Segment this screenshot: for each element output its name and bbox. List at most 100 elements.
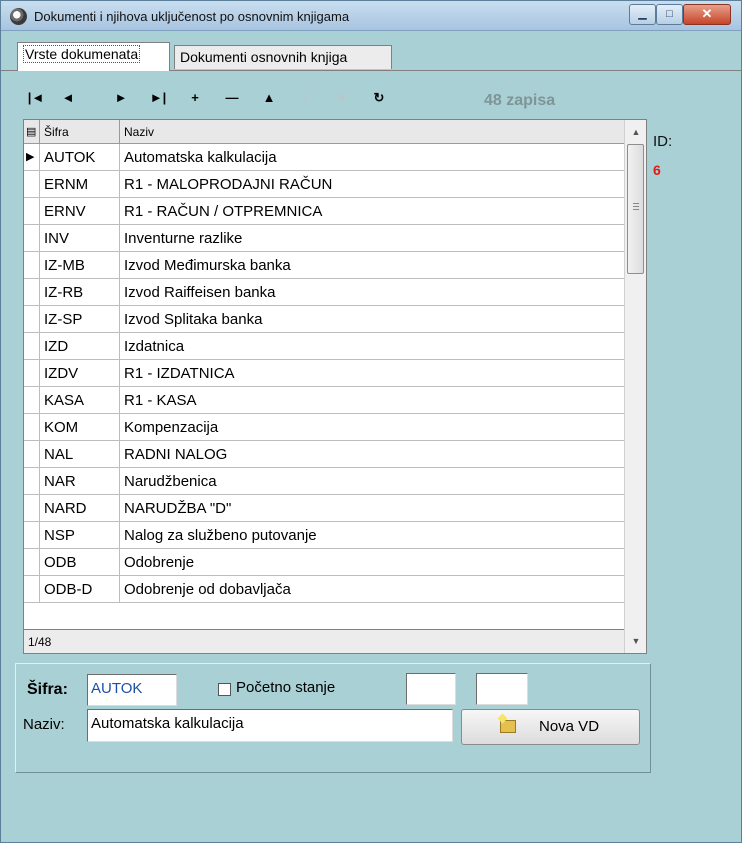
extra-field-1[interactable] [406,673,456,705]
first-record-icon[interactable]: |◄ [23,84,49,112]
cell-naziv[interactable]: R1 - MALOPRODAJNI RAČUN [120,171,624,198]
tab-vrste-dokumenata-label: Vrste dokumenata [23,45,141,63]
tab-vrste-dokumenata[interactable]: Vrste dokumenata [17,42,170,71]
table-row[interactable]: ODB-D Odobrenje od dobavljača [24,576,624,603]
post-edit-icon[interactable]: ✓ [293,84,319,112]
cell-naziv[interactable]: Izdatnica [120,333,624,360]
cell-sifra[interactable]: IZ-RB [40,279,120,306]
table-row[interactable]: IZ-SP Izvod Splitaka banka [24,306,624,333]
cell-sifra[interactable]: IZD [40,333,120,360]
cell-sifra[interactable]: IZ-MB [40,252,120,279]
cell-naziv[interactable]: R1 - KASA [120,387,624,414]
table-row[interactable]: KASA R1 - KASA [24,387,624,414]
prior-record-icon[interactable]: ◄ [55,84,81,112]
table-row[interactable]: IZ-MB Izvod Međimurska banka [24,252,624,279]
cell-naziv[interactable]: Odobrenje [120,549,624,576]
vertical-scrollbar[interactable]: ▲ ▼ [624,120,646,653]
grid-indicator-header[interactable]: ▤ [24,120,40,144]
edit-record-icon[interactable]: ▲ [256,84,282,112]
cell-naziv[interactable]: Izvod Splitaka banka [120,306,624,333]
cell-naziv[interactable]: Izvod Međimurska banka [120,252,624,279]
table-row[interactable]: ODB Odobrenje [24,549,624,576]
table-row[interactable]: INV Inventurne razlike [24,225,624,252]
table-row[interactable]: NAR Narudžbenica [24,468,624,495]
row-indicator [24,522,40,549]
table-row[interactable]: NARD NARUDŽBA "D" [24,495,624,522]
cell-sifra[interactable]: ODB [40,549,120,576]
table-row[interactable]: NSP Nalog za službeno putovanje [24,522,624,549]
cell-sifra[interactable]: INV [40,225,120,252]
row-indicator [24,387,40,414]
id-label: ID: [653,133,673,150]
delete-record-icon[interactable]: — [219,84,245,112]
cell-sifra[interactable]: NAL [40,441,120,468]
tab-dokumenti-osnovnih-knjiga[interactable]: Dokumenti osnovnih knjiga [174,45,392,69]
next-record-icon[interactable]: ► [108,84,134,112]
nova-vd-label: Nova VD [539,718,600,735]
table-row[interactable]: IZDV R1 - IZDATNICA [24,360,624,387]
cell-sifra[interactable]: ODB-D [40,576,120,603]
row-indicator [24,279,40,306]
table-row[interactable]: ERNM R1 - MALOPRODAJNI RAČUN [24,171,624,198]
cell-sifra[interactable]: NAR [40,468,120,495]
row-indicator [24,198,40,225]
pocetno-stanje-label[interactable]: Početno stanje [236,679,335,696]
cell-naziv[interactable]: R1 - RAČUN / OTPREMNICA [120,198,624,225]
row-indicator [24,252,40,279]
cell-naziv[interactable]: Nalog za službeno putovanje [120,522,624,549]
grid-header: ▤ Šifra Naziv [24,120,624,144]
title-bar[interactable]: Dokumenti i njihova uključenost po osnov… [1,1,741,31]
row-indicator [24,549,40,576]
documents-grid[interactable]: ▤ Šifra Naziv ▶ AUTOK Automatska kalkulaci… [23,119,647,654]
cell-sifra[interactable]: KOM [40,414,120,441]
scroll-up-arrow-icon[interactable]: ▲ [625,122,647,142]
cell-naziv[interactable]: Inventurne razlike [120,225,624,252]
last-record-icon[interactable]: ►| [145,84,171,112]
insert-record-icon[interactable]: + [182,84,208,112]
refresh-icon[interactable]: ↻ [366,84,392,112]
row-indicator [24,306,40,333]
maximize-button[interactable]: □ [656,4,683,25]
table-row[interactable]: ERNV R1 - RAČUN / OTPREMNICA [24,198,624,225]
cell-naziv[interactable]: Narudžbenica [120,468,624,495]
sifra-input[interactable]: AUTOK [87,674,177,706]
window-title: Dokumenti i njihova uključenost po osnov… [34,9,350,24]
cell-sifra[interactable]: ERNV [40,198,120,225]
cell-naziv[interactable]: Kompenzacija [120,414,624,441]
nova-vd-button[interactable]: Nova VD [461,709,640,745]
table-row[interactable]: KOM Kompenzacija [24,414,624,441]
cell-naziv[interactable]: Odobrenje od dobavljača [120,576,624,603]
id-value: 6 [653,162,661,178]
scroll-thumb[interactable] [627,144,644,274]
table-row[interactable]: IZ-RB Izvod Raiffeisen banka [24,279,624,306]
column-header-naziv[interactable]: Naziv [120,120,624,144]
column-header-sifra[interactable]: Šifra [40,120,120,144]
table-row[interactable]: NAL RADNI NALOG [24,441,624,468]
cell-sifra[interactable]: NSP [40,522,120,549]
close-button[interactable]: ✕ [683,4,731,25]
cell-naziv[interactable]: Automatska kalkulacija [120,144,624,171]
naziv-label: Naziv: [23,716,65,733]
table-row[interactable]: ▶ AUTOK Automatska kalkulacija [24,144,624,171]
cell-sifra[interactable]: NARD [40,495,120,522]
scroll-down-arrow-icon[interactable]: ▼ [625,631,647,651]
cancel-edit-icon[interactable]: ✕ [329,84,355,112]
cell-sifra[interactable]: AUTOK [40,144,120,171]
cell-sifra[interactable]: IZ-SP [40,306,120,333]
pocetno-stanje-checkbox[interactable] [218,683,231,696]
row-indicator [24,225,40,252]
table-row[interactable]: IZD Izdatnica [24,333,624,360]
cell-naziv[interactable]: NARUDŽBA "D" [120,495,624,522]
row-indicator: ▶ [24,144,40,171]
cell-sifra[interactable]: IZDV [40,360,120,387]
cell-naziv[interactable]: R1 - IZDATNICA [120,360,624,387]
row-indicator [24,333,40,360]
cell-naziv[interactable]: Izvod Raiffeisen banka [120,279,624,306]
cell-sifra[interactable]: KASA [40,387,120,414]
sifra-label: Šifra: [27,681,68,698]
extra-field-2[interactable] [476,673,528,705]
cell-naziv[interactable]: RADNI NALOG [120,441,624,468]
minimize-button[interactable]: ▁ [629,4,656,25]
naziv-input[interactable]: Automatska kalkulacija [87,709,453,742]
cell-sifra[interactable]: ERNM [40,171,120,198]
